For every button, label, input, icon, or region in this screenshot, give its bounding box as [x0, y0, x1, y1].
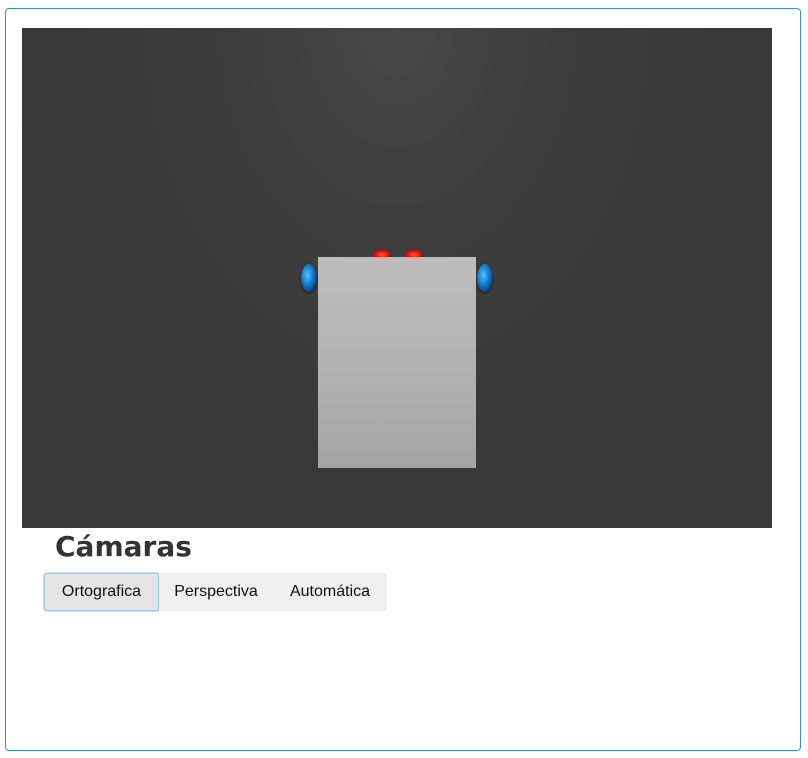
perspective-camera-button[interactable]: Perspectiva	[159, 573, 273, 611]
app-frame	[5, 8, 801, 751]
left-wheel	[301, 264, 317, 292]
right-wheel	[477, 264, 493, 292]
3d-viewport-canvas[interactable]	[22, 28, 772, 528]
orthographic-camera-button[interactable]: Ortografica	[44, 573, 159, 611]
automatic-camera-button[interactable]: Automática	[273, 573, 387, 611]
vehicle-body	[318, 257, 476, 468]
section-title: Cámaras	[55, 530, 192, 563]
camera-button-group: Ortografica Perspectiva Automática	[44, 573, 387, 611]
